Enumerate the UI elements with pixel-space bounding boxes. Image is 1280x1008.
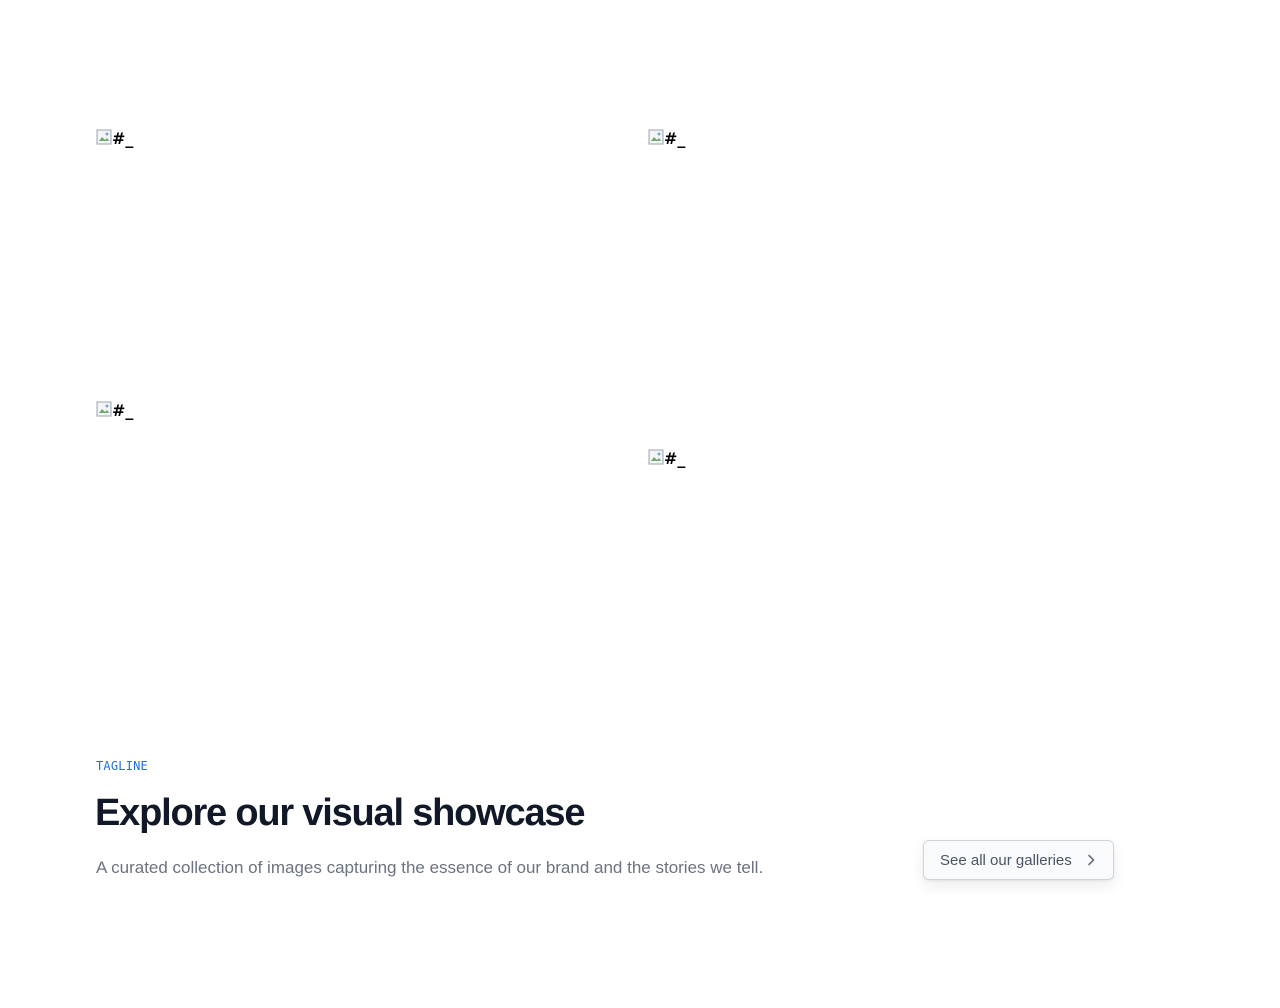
gallery-image-2: #_ [648, 129, 685, 149]
gallery-image-alt: #_ [664, 129, 686, 148]
see-all-galleries-label: See all our galleries [940, 851, 1072, 869]
page-title: Explore our visual showcase [95, 792, 585, 834]
gallery-image-alt: #_ [664, 449, 686, 468]
chevron-right-icon [1084, 853, 1098, 867]
broken-image-icon [96, 401, 112, 417]
gallery-image-1: #_ [96, 129, 133, 149]
page: #_ #_ #_ #_ TAGLINE Explore our visual s… [0, 0, 1280, 1008]
gallery-image-alt: #_ [112, 129, 134, 148]
see-all-galleries-button[interactable]: See all our galleries [923, 840, 1114, 880]
gallery-image-3: #_ [96, 401, 133, 421]
broken-image-icon [96, 129, 112, 145]
tagline: TAGLINE [96, 759, 148, 773]
gallery-image-alt: #_ [112, 401, 134, 420]
broken-image-icon [648, 129, 664, 145]
page-subtitle: A curated collection of images capturing… [96, 858, 764, 877]
gallery-image-4: #_ [648, 449, 685, 469]
broken-image-icon [648, 449, 664, 465]
